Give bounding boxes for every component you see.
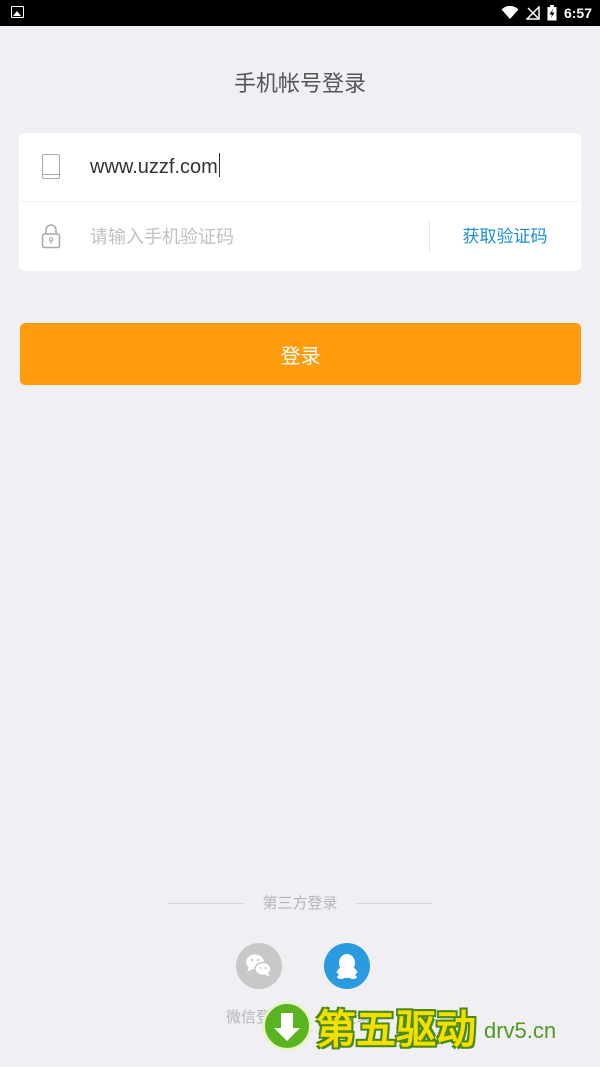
qq-icon	[336, 954, 358, 979]
no-signal-icon	[525, 6, 540, 20]
watermark-domain: drv5.cn	[484, 1018, 557, 1043]
wechat-icon	[246, 954, 272, 977]
status-bar: 6:57	[0, 0, 600, 26]
page-title: 手机帐号登录	[233, 72, 366, 97]
login-form-card: www.uzzf.com 获取验证码	[19, 133, 581, 271]
verification-code-input[interactable]	[90, 221, 420, 253]
get-code-button[interactable]: 获取验证码	[430, 221, 580, 253]
phone-icon	[42, 154, 60, 179]
login-button[interactable]: 登录	[20, 323, 581, 385]
code-row: 获取验证码	[19, 202, 581, 271]
phone-input[interactable]: www.uzzf.com	[90, 153, 220, 179]
third-party-heading: 第三方登录	[262, 894, 338, 912]
status-icons: 6:57	[501, 0, 592, 26]
wechat-login-button[interactable]	[236, 943, 282, 989]
battery-charging-icon	[547, 5, 557, 21]
divider-right	[356, 903, 432, 904]
qq-login-button[interactable]	[324, 943, 370, 989]
gallery-icon	[11, 6, 24, 18]
lock-icon	[41, 224, 61, 249]
phone-row[interactable]: www.uzzf.com	[19, 133, 581, 202]
download-arrow-icon	[262, 1001, 312, 1051]
third-party-heading-row: 第三方登录	[0, 891, 600, 915]
clock: 6:57	[563, 5, 592, 21]
watermark-text: 第五驱动	[316, 1007, 476, 1053]
wifi-icon	[501, 6, 519, 19]
watermark: 第五驱动 drv5.cn	[262, 998, 556, 1054]
